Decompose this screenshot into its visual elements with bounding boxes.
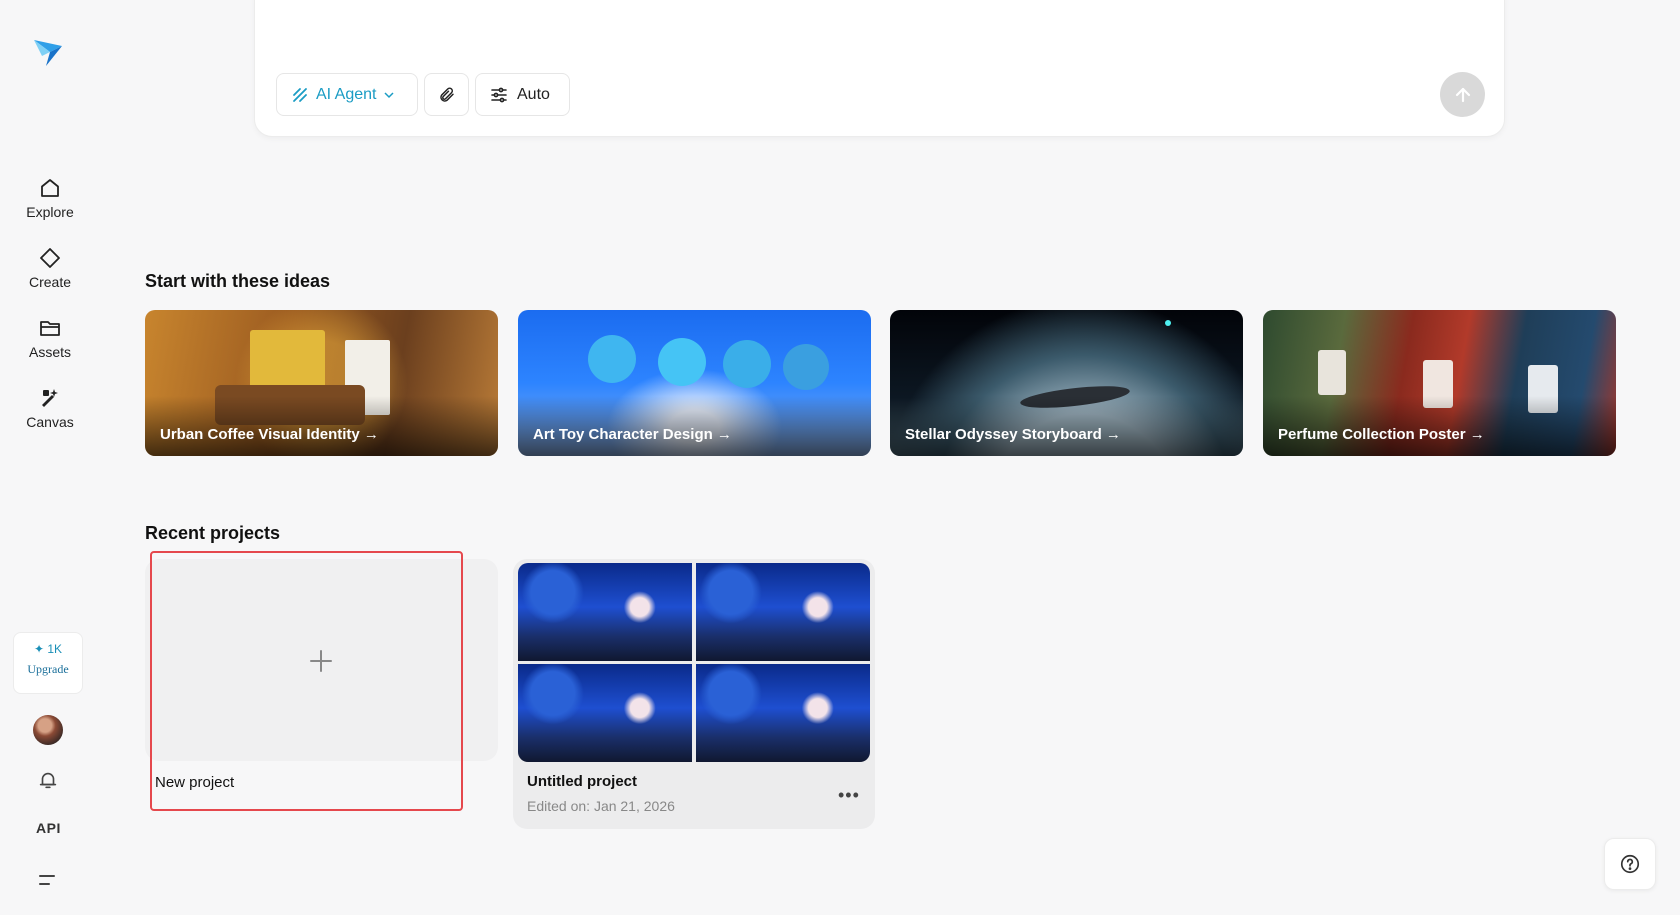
sidebar-item-label: Explore bbox=[26, 204, 74, 220]
mode-selector[interactable]: Auto bbox=[475, 73, 570, 116]
upgrade-box[interactable]: ✦ 1K Upgrade bbox=[13, 632, 83, 694]
idea-card-perfume[interactable]: Perfume Collection Poster → bbox=[1263, 310, 1616, 456]
mode-label: Auto bbox=[517, 85, 550, 103]
idea-caption: Urban Coffee Visual Identity → bbox=[160, 426, 379, 443]
help-icon bbox=[1620, 854, 1640, 874]
upgrade-link[interactable]: Upgrade bbox=[14, 662, 82, 677]
idea-card-toy[interactable]: Art Toy Character Design → bbox=[518, 310, 871, 456]
sidebar-item-explore[interactable]: Explore bbox=[0, 176, 100, 222]
arrow-up-icon bbox=[1455, 87, 1470, 102]
project-edited-date: Edited on: Jan 21, 2026 bbox=[527, 798, 675, 814]
ideas-title: Start with these ideas bbox=[145, 271, 331, 291]
idea-card-space[interactable]: Stellar Odyssey Storyboard → bbox=[890, 310, 1243, 456]
menu-icon[interactable] bbox=[38, 872, 58, 888]
paperclip-icon bbox=[439, 86, 454, 102]
api-link[interactable]: API bbox=[36, 820, 61, 836]
chevron-down-icon bbox=[383, 91, 394, 98]
ai-agent-dropdown[interactable]: AI Agent bbox=[276, 73, 418, 116]
sidebar-item-label: Create bbox=[28, 274, 72, 290]
ai-agent-label: AI Agent bbox=[316, 85, 377, 103]
toy-head-graphic bbox=[783, 344, 829, 390]
help-button[interactable] bbox=[1604, 838, 1656, 890]
toy-head-graphic bbox=[723, 340, 771, 388]
diamond-icon bbox=[40, 248, 60, 268]
toy-head-graphic bbox=[658, 338, 706, 386]
credits-value: 1K bbox=[47, 642, 63, 656]
attach-button[interactable] bbox=[424, 73, 469, 116]
project-card[interactable]: Untitled project Edited on: Jan 21, 2026… bbox=[513, 559, 875, 829]
idea-caption: Perfume Collection Poster → bbox=[1278, 426, 1485, 443]
home-icon bbox=[41, 179, 59, 197]
plus-icon bbox=[310, 650, 332, 672]
bottle-graphic bbox=[1318, 350, 1346, 395]
sidebar-item-label: Assets bbox=[28, 344, 71, 360]
send-button[interactable] bbox=[1440, 72, 1485, 117]
star-graphic bbox=[1165, 320, 1171, 326]
magic-wand-icon bbox=[42, 389, 58, 407]
idea-caption: Stellar Odyssey Storyboard → bbox=[905, 426, 1121, 443]
project-title: Untitled project bbox=[527, 773, 638, 790]
avatar[interactable] bbox=[33, 715, 63, 745]
new-project-label[interactable]: New project bbox=[155, 774, 234, 791]
folder-icon bbox=[40, 321, 60, 336]
bell-icon[interactable] bbox=[37, 769, 59, 791]
idea-card-coffee[interactable]: Urban Coffee Visual Identity → bbox=[145, 310, 498, 456]
sidebar-item-create[interactable]: Create bbox=[0, 246, 100, 292]
sidebar: Explore Create Assets Canvas ✦ 1K Upgrad… bbox=[0, 0, 100, 915]
sidebar-item-label: Canvas bbox=[26, 414, 74, 430]
new-project-card[interactable] bbox=[145, 559, 498, 761]
recent-title: Recent projects bbox=[145, 523, 281, 543]
project-thumbnail bbox=[518, 563, 870, 762]
sidebar-item-assets[interactable]: Assets bbox=[0, 316, 100, 362]
credits-count: ✦ 1K bbox=[33, 642, 63, 656]
sliders-icon bbox=[491, 87, 507, 102]
agent-icon bbox=[293, 87, 307, 102]
toy-head-graphic bbox=[588, 335, 636, 383]
idea-caption: Art Toy Character Design → bbox=[533, 426, 732, 443]
more-options-button[interactable]: ••• bbox=[838, 785, 860, 806]
logo-icon[interactable] bbox=[30, 32, 66, 68]
sidebar-item-canvas[interactable]: Canvas bbox=[0, 386, 100, 432]
prompt-box[interactable]: AI Agent Auto bbox=[254, 0, 1505, 137]
